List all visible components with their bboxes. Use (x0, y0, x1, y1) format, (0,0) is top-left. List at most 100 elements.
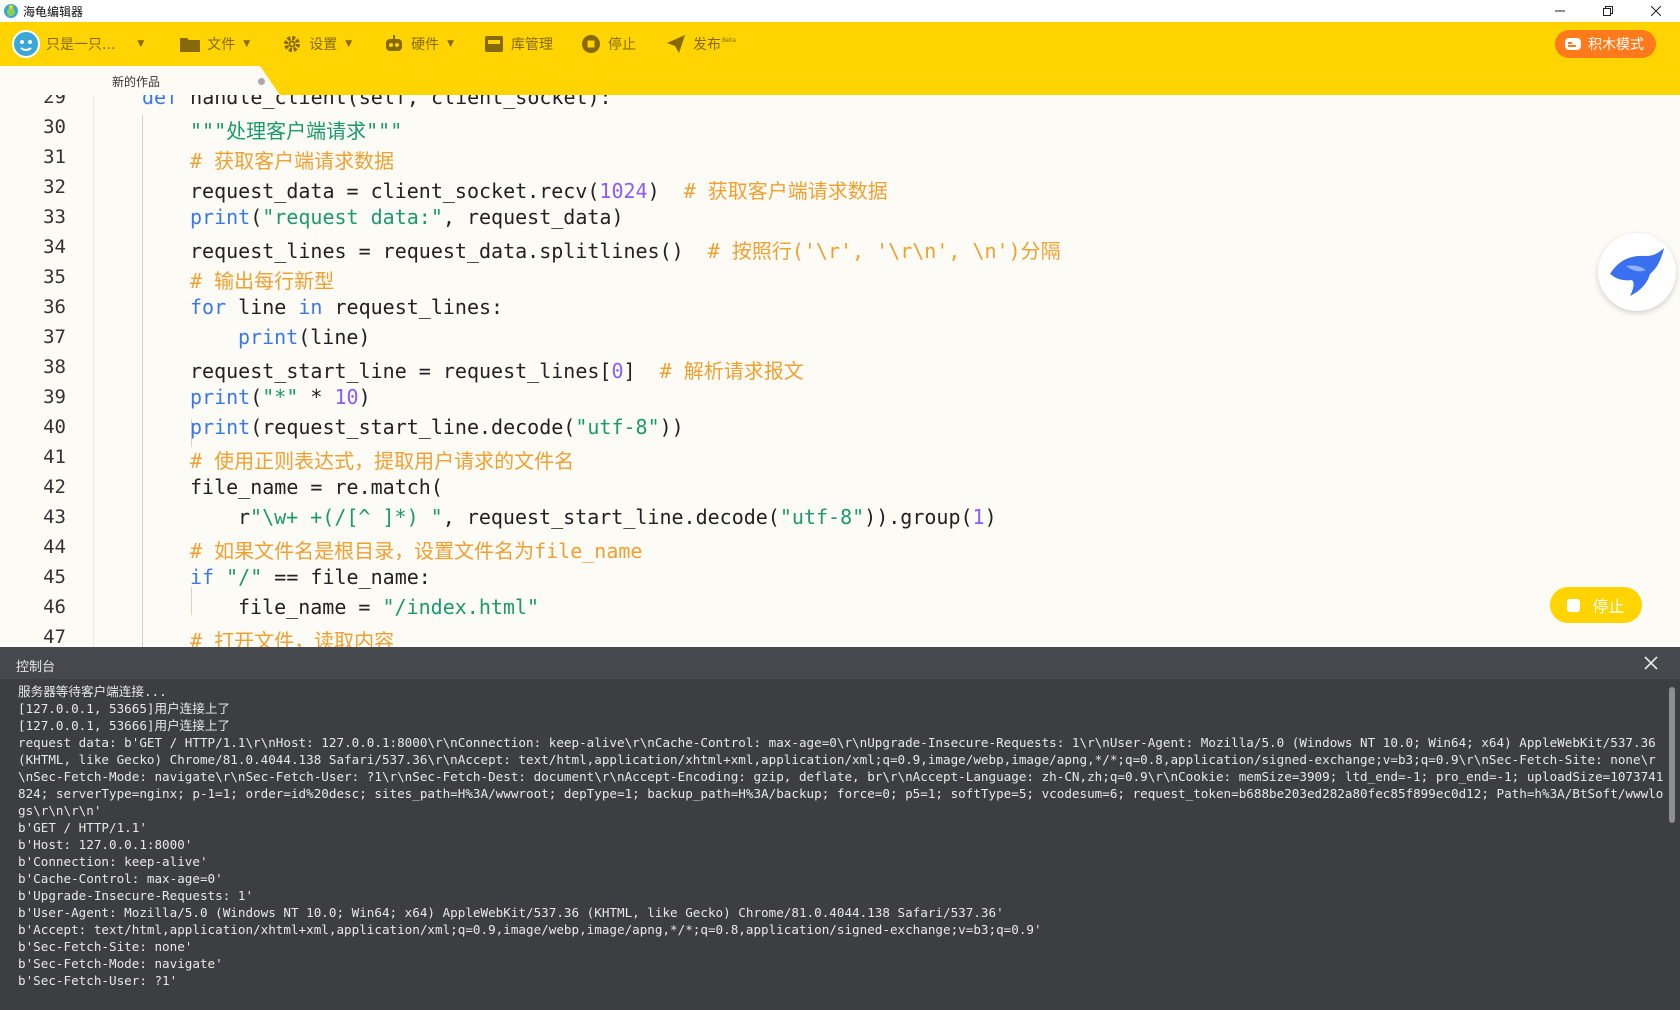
code-text: """处理客户端请求""" (190, 119, 403, 143)
tab-label: 新的作品 (112, 75, 161, 89)
console-header: 控制台 (0, 647, 1680, 679)
restore-icon (1603, 6, 1613, 16)
code-text: # 输出每行新型 (190, 269, 335, 293)
avatar-icon (12, 30, 40, 58)
code-line: 30 """处理客户端请求""" (0, 114, 1680, 144)
publish-button[interactable]: 发布 Beta (666, 22, 736, 66)
user-name: 只是一只... (46, 37, 116, 53)
console-scrollbar[interactable] (1669, 687, 1675, 823)
hardware-menu-label: 硬件 (411, 37, 440, 53)
console-line: b'GET / HTTP/1.1' (18, 820, 147, 835)
library-icon (484, 34, 504, 54)
console-title: 控制台 (16, 660, 56, 675)
line-number: 40 (43, 416, 66, 438)
paper-plane-icon (666, 34, 686, 54)
line-number: 37 (43, 326, 66, 348)
console-line: 服务器等待客户端连接... (18, 684, 167, 699)
minimize-icon (1555, 10, 1565, 12)
console-line: [127.0.0.1, 53665]用户连接上了 (18, 701, 231, 716)
console-line: b'Upgrade-Insecure-Requests: 1' (18, 888, 254, 903)
close-icon[interactable] (1642, 654, 1660, 672)
line-number: 45 (43, 566, 66, 588)
code-area[interactable]: 29 def handle_client(self, client_socket… (0, 95, 1680, 647)
line-number: 35 (43, 266, 66, 288)
line-number: 47 (43, 626, 66, 647)
title-bar: 海龟编辑器 (0, 0, 1680, 22)
console-line: b'Sec-Fetch-User: ?1' (18, 973, 178, 988)
settings-menu[interactable]: 设置 ▼ (282, 22, 352, 66)
code-editor[interactable]: 29 def handle_client(self, client_socket… (0, 95, 1680, 647)
library-button[interactable]: 库管理 (484, 22, 553, 66)
close-icon (1651, 6, 1661, 16)
assistant-button[interactable] (1598, 233, 1676, 311)
hardware-menu[interactable]: 硬件 ▼ (384, 22, 454, 66)
code-line: 38 request_start_line = request_lines[0]… (0, 354, 1680, 384)
floating-stop-button[interactable]: 停止 (1550, 587, 1642, 623)
code-line: 36 for line in request_lines: (0, 294, 1680, 324)
code-line: 42 file_name = re.match( (0, 474, 1680, 504)
code-text: r"\w+ +(/[^ ]*) ", request_start_line.de… (238, 505, 997, 529)
console-line: request data: b'GET / HTTP/1.1\r\nHost: … (18, 735, 1664, 818)
code-line: 41 # 使用正则表达式，提取用户请求的文件名 (0, 444, 1680, 474)
blocks-icon (1565, 38, 1581, 50)
line-number: 33 (43, 206, 66, 228)
line-number: 39 (43, 386, 66, 408)
line-number: 30 (43, 116, 66, 138)
code-text: # 使用正则表达式，提取用户请求的文件名 (190, 449, 575, 473)
line-number: 44 (43, 536, 66, 558)
code-text: if "/" == file_name: (190, 565, 431, 589)
user-menu[interactable]: 只是一只... ▼ (12, 22, 144, 66)
chevron-down-icon: ▼ (447, 39, 455, 49)
code-text: for line in request_lines: (190, 295, 504, 319)
beta-badge: Beta (722, 36, 736, 44)
console-line: b'User-Agent: Mozilla/5.0 (Windows NT 10… (18, 905, 1004, 920)
code-text: # 如果文件名是根目录，设置文件名为file_name (190, 539, 643, 563)
code-line: 45 if "/" == file_name: (0, 564, 1680, 594)
tab-new-project[interactable]: 新的作品 (0, 66, 280, 95)
console-line: b'Host: 127.0.0.1:8000' (18, 837, 193, 852)
robot-icon (384, 34, 404, 54)
code-line: 39 print("*" * 10) (0, 384, 1680, 414)
code-line: 29 def handle_client(self, client_socket… (0, 95, 1680, 114)
library-button-label: 库管理 (511, 37, 554, 53)
code-text: request_lines = request_data.splitlines(… (190, 239, 1061, 263)
code-text: print(line) (238, 325, 371, 349)
publish-button-label: 发布 (693, 37, 722, 53)
console-output[interactable]: 服务器等待客户端连接... [127.0.0.1, 53665]用户连接上了 [… (18, 683, 1664, 1005)
console-line: b'Sec-Fetch-Mode: navigate' (18, 956, 223, 971)
blocks-mode-button[interactable]: 积木模式 (1555, 30, 1656, 58)
tab-bar: 新的作品 (0, 66, 1680, 95)
minimize-button[interactable] (1536, 0, 1584, 22)
restore-button[interactable] (1584, 0, 1632, 22)
folder-icon (180, 34, 201, 54)
chevron-down-icon: ▼ (137, 39, 145, 49)
file-menu[interactable]: 文件 ▼ (180, 22, 250, 66)
code-line: 44 # 如果文件名是根目录，设置文件名为file_name (0, 534, 1680, 564)
code-text: print("*" * 10) (190, 385, 371, 409)
line-number: 32 (43, 176, 66, 198)
chevron-down-icon: ▼ (345, 39, 353, 49)
bird-icon (1610, 248, 1664, 296)
code-line: 43 r"\w+ +(/[^ ]*) ", request_start_line… (0, 504, 1680, 534)
line-number: 34 (43, 236, 66, 258)
console-line: b'Cache-Control: max-age=0' (18, 871, 223, 886)
code-line: 33 print("request data:", request_data) (0, 204, 1680, 234)
line-number: 41 (43, 446, 66, 468)
close-window-button[interactable] (1632, 0, 1680, 22)
console-panel: 控制台 服务器等待客户端连接... [127.0.0.1, 53665]用户连接… (0, 647, 1680, 1010)
stop-icon (581, 34, 601, 54)
code-line: 34 request_lines = request_data.splitlin… (0, 234, 1680, 264)
unsaved-dot-icon (258, 78, 265, 85)
settings-menu-label: 设置 (309, 37, 338, 53)
code-text: print(request_start_line.decode("utf-8")… (190, 415, 684, 439)
code-text: request_start_line = request_lines[0] # … (190, 359, 804, 383)
code-text: file_name = "/index.html" (238, 595, 540, 619)
stop-icon (1567, 598, 1581, 612)
console-line: b'Connection: keep-alive' (18, 854, 208, 869)
code-line: 32 request_data = client_socket.recv(102… (0, 174, 1680, 204)
blocks-mode-label: 积木模式 (1588, 37, 1644, 53)
floating-stop-label: 停止 (1592, 597, 1625, 616)
code-line: 40 print(request_start_line.decode("utf-… (0, 414, 1680, 444)
code-text: # 打开文件，读取内容 (190, 629, 395, 647)
stop-button[interactable]: 停止 (581, 22, 636, 66)
